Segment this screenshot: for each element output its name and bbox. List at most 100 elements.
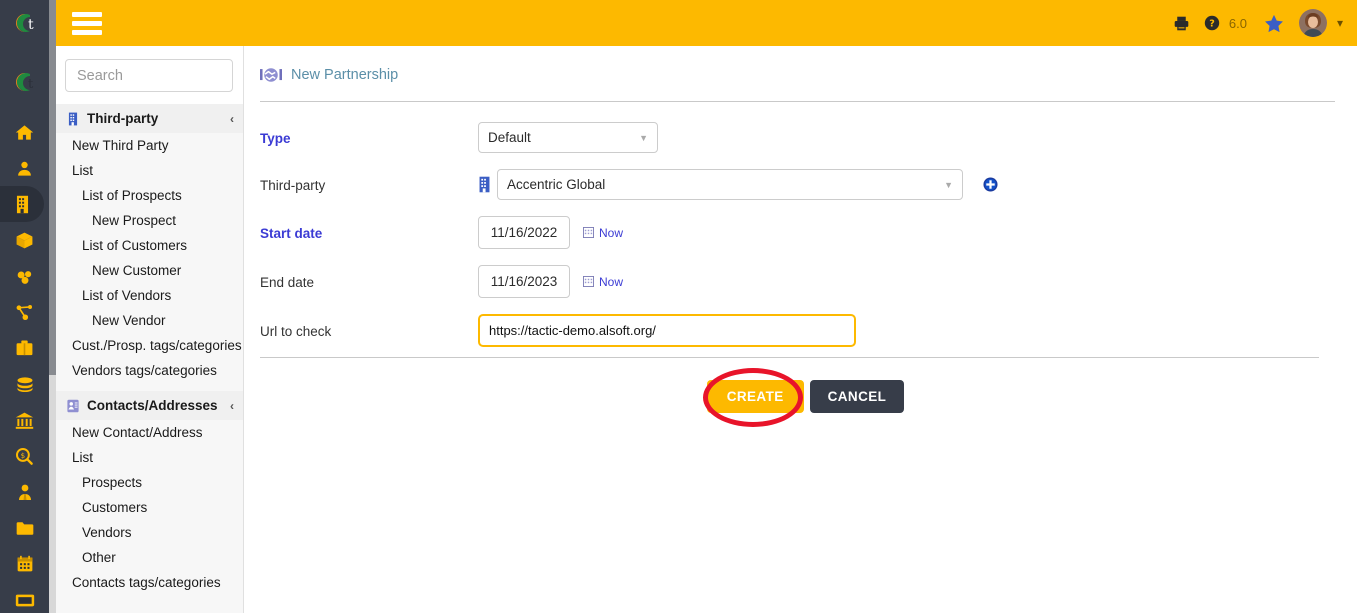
rail-item-commercial[interactable] (0, 330, 49, 366)
hamburger-line (72, 11, 102, 17)
rail-item-agenda[interactable] (0, 546, 49, 582)
third-party-select-value: Accentric Global (507, 177, 606, 192)
menu-scroll-area: Third-party ‹ New Third Party List List … (56, 104, 243, 610)
menu-item-contacts-tags[interactable]: Contacts tags/categories (56, 570, 243, 595)
menu-item-list-of-prospects[interactable]: List of Prospects (56, 183, 243, 208)
form-divider (260, 357, 1319, 358)
rail-item-billing[interactable] (0, 366, 49, 402)
menu-item-list[interactable]: List (56, 158, 243, 183)
rail-item-hrm[interactable] (0, 474, 49, 510)
building-icon (479, 176, 490, 193)
rail-item-ticket[interactable] (0, 582, 49, 613)
menu-section-contacts-addresses[interactable]: Contacts/Addresses ‹ (56, 391, 243, 420)
chevron-left-icon[interactable]: ‹ (230, 112, 234, 126)
start-date-input[interactable] (478, 216, 570, 249)
star-icon (1265, 14, 1283, 32)
third-party-select[interactable]: Accentric Global ▼ (497, 169, 963, 200)
control-type: Default ▼ (478, 122, 658, 153)
icon-rail: t t $ (0, 0, 49, 613)
box-icon (16, 232, 33, 248)
rail-item-documents[interactable] (0, 510, 49, 546)
print-button[interactable] (1166, 15, 1197, 32)
form-row-third-party: Third-party Accentric Global ▼ (260, 169, 1357, 200)
app-logo-secondary[interactable]: t (0, 60, 49, 104)
label-third-party: Third-party (260, 177, 326, 193)
main-content: New Partnership Type Default ▼ Third-par… (244, 46, 1357, 613)
money-bills-icon (17, 376, 32, 392)
rail-item-products[interactable] (0, 222, 49, 258)
menu-item-contacts-list[interactable]: List (56, 445, 243, 470)
create-button[interactable]: CREATE (706, 380, 804, 413)
menu-item-list-of-vendors[interactable]: List of Vendors (56, 283, 243, 308)
cancel-button[interactable]: CANCEL (809, 380, 905, 413)
calendar-small-icon (583, 276, 594, 287)
chevron-down-icon[interactable]: ▾ (1337, 16, 1343, 30)
rail-item-members[interactable] (0, 150, 49, 186)
warehouse-icon (17, 270, 31, 284)
help-button[interactable]: ? (1197, 15, 1227, 31)
page-title: New Partnership (291, 67, 399, 83)
menu-item-contacts-other[interactable]: Other (56, 545, 243, 570)
calendar-icon (17, 555, 32, 572)
chevron-left-icon[interactable]: ‹ (230, 399, 234, 413)
type-select-value: Default (488, 130, 531, 145)
menu-item-contacts-customers[interactable]: Customers (56, 495, 243, 520)
label-start-date: Start date (260, 225, 323, 241)
menu-item-vendors-tags[interactable]: Vendors tags/categories (56, 358, 243, 383)
svg-text:t: t (28, 17, 34, 33)
end-date-now-label: Now (599, 274, 624, 289)
menu-item-new-vendor[interactable]: New Vendor (56, 308, 243, 333)
contact-card-icon (67, 399, 79, 412)
hamburger-line (72, 20, 102, 26)
menu-item-new-prospect[interactable]: New Prospect (56, 208, 243, 233)
app-logo-top[interactable]: t (0, 0, 49, 46)
rail-item-bank[interactable] (0, 402, 49, 438)
rail-item-accounting[interactable]: $ (0, 438, 49, 474)
chevron-down-icon[interactable]: ▼ (944, 180, 953, 190)
left-menu-panel: ▼ Third-party ‹ New Third Party List Lis… (56, 46, 244, 613)
menu-item-cust-prosp-tags[interactable]: Cust./Prosp. tags/categories (56, 333, 243, 358)
search-box[interactable]: ▼ (65, 59, 243, 92)
type-select[interactable]: Default ▼ (478, 122, 658, 153)
svg-text:?: ? (1209, 19, 1215, 30)
menu-icon[interactable] (72, 11, 102, 35)
rail-item-stock[interactable] (0, 258, 49, 294)
add-third-party-button[interactable] (983, 177, 998, 192)
end-date-input[interactable] (478, 265, 570, 298)
application-window: t t $ ? 6.0 ▾ Search Third-party ‹ New T… (0, 0, 1357, 613)
menu-item-new-third-party[interactable]: New Third Party (56, 133, 243, 158)
rail-item-projects[interactable] (0, 294, 49, 330)
control-start-date: Now (478, 216, 623, 249)
folder-icon (16, 521, 33, 535)
search-input[interactable] (75, 66, 243, 85)
menu-section-third-party[interactable]: Third-party ‹ (56, 104, 243, 133)
url-to-check-input[interactable] (478, 314, 856, 347)
form-row-end-date: End date Now (260, 265, 1357, 298)
menu-item-contacts-prospects[interactable]: Prospects (56, 470, 243, 495)
tactic-logo-small-icon: t (15, 73, 34, 92)
start-date-now-button[interactable]: Now (583, 226, 623, 240)
search-area: ▼ (56, 46, 243, 104)
share-nodes-icon (16, 304, 33, 320)
version-label: 6.0 (1228, 15, 1247, 31)
rail-icon-list: $ (0, 114, 49, 613)
menu-item-contacts-vendors[interactable]: Vendors (56, 520, 243, 545)
page-header: New Partnership (244, 46, 1357, 84)
avatar[interactable] (1298, 9, 1327, 37)
menu-item-list-of-customers[interactable]: List of Customers (56, 233, 243, 258)
rail-item-third-parties[interactable] (0, 186, 44, 222)
tactic-logo-icon: t (15, 14, 34, 33)
menu-item-new-contact-address[interactable]: New Contact/Address (56, 420, 243, 445)
printer-icon (1174, 16, 1189, 30)
rail-scrollbar[interactable] (49, 0, 56, 613)
rail-item-home[interactable] (0, 114, 49, 150)
menu-item-new-customer[interactable]: New Customer (56, 258, 243, 283)
chevron-down-icon[interactable]: ▼ (639, 133, 648, 143)
bookmark-button[interactable] (1257, 14, 1291, 33)
end-date-now-button[interactable]: Now (583, 275, 623, 289)
svg-text:$: $ (21, 451, 26, 460)
control-end-date: Now (478, 265, 623, 298)
control-url-to-check (478, 314, 856, 347)
rail-scrollbar-thumb[interactable] (49, 0, 56, 375)
label-type: Type (260, 130, 291, 146)
